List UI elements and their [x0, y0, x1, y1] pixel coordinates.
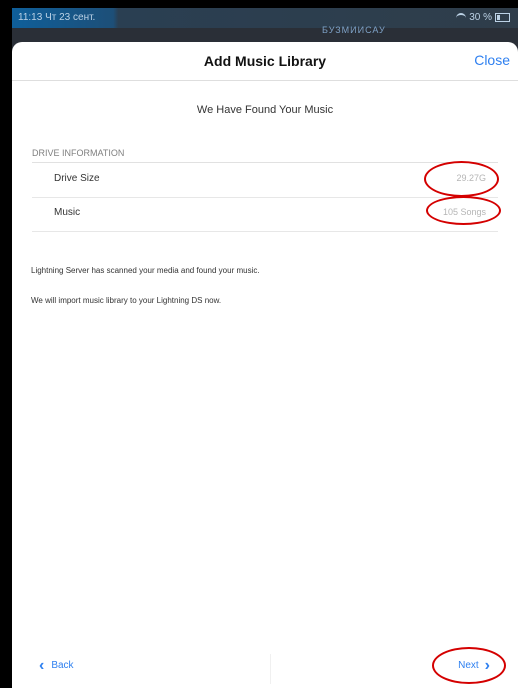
background-app-text: БУЗМИИСАУ — [322, 25, 386, 35]
battery-icon — [495, 13, 510, 22]
close-button[interactable]: Close — [474, 52, 510, 68]
scan-message: Lightning Server has scanned your media … — [31, 266, 260, 275]
wifi-icon — [456, 13, 467, 22]
import-message: We will import music library to your Lig… — [31, 296, 222, 305]
status-icons: 30 % — [456, 12, 510, 23]
modal-navbar: Add Music Library Close — [12, 42, 518, 81]
back-label: Back — [51, 660, 74, 671]
modal-title: Add Music Library — [203, 53, 327, 69]
found-music-heading: We Have Found Your Music — [196, 104, 334, 116]
back-button[interactable]: ‹ Back — [39, 656, 74, 674]
battery-percent: 30 % — [469, 12, 492, 23]
footer-divider — [270, 654, 271, 684]
status-bar: 11:13 Чт 23 сент. 30 % БУЗМИИСАУ — [12, 8, 518, 35]
music-highlight — [426, 196, 501, 225]
device-frame: 11:13 Чт 23 сент. 30 % БУЗМИИСАУ Add Mus… — [0, 0, 518, 688]
drive-size-label: Drive Size — [54, 173, 100, 184]
ipad-screen: 11:13 Чт 23 сент. 30 % БУЗМИИСАУ Add Mus… — [12, 8, 518, 688]
drive-information-header: DRIVE INFORMATION — [32, 148, 125, 158]
next-highlight — [432, 647, 506, 684]
chevron-left-icon: ‹ — [39, 656, 45, 674]
music-label: Music — [54, 207, 81, 218]
status-time: 11:13 Чт 23 сент. — [18, 12, 96, 23]
drive-size-highlight — [424, 161, 499, 197]
add-music-library-modal: Add Music Library Close We Have Found Yo… — [12, 42, 518, 688]
